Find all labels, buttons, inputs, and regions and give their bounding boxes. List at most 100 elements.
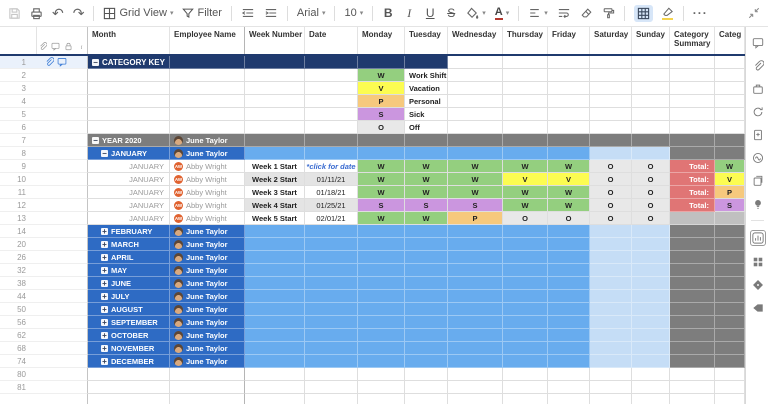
cell-mon[interactable]: W bbox=[358, 186, 405, 199]
column-header-sun[interactable]: Sunday bbox=[632, 27, 670, 54]
row-number[interactable]: 4 bbox=[0, 95, 37, 108]
cell-thu[interactable]: V bbox=[503, 173, 548, 186]
row-number[interactable]: 7 bbox=[0, 134, 37, 147]
cell-employee[interactable]: AW Abby Wright bbox=[170, 212, 245, 225]
cell-fri[interactable] bbox=[548, 108, 590, 121]
cell-month[interactable]: + APRIL bbox=[88, 251, 170, 264]
row-number[interactable]: 10 bbox=[0, 173, 37, 186]
cell-mon[interactable] bbox=[358, 147, 405, 160]
legend-label-W[interactable]: Work Shift bbox=[405, 69, 448, 82]
cell-month[interactable]: JANUARY bbox=[88, 199, 170, 212]
cell-week[interactable]: Week 4 Start bbox=[245, 199, 305, 212]
cell-wed[interactable] bbox=[448, 95, 503, 108]
row-number[interactable]: 50 bbox=[0, 303, 37, 316]
column-header-date[interactable]: Date bbox=[305, 27, 358, 54]
cell-month[interactable] bbox=[88, 82, 170, 95]
cell-date[interactable]: *click for date bbox=[305, 160, 358, 173]
legend-label-S[interactable]: Sick bbox=[405, 108, 448, 121]
cell-catsum[interactable] bbox=[670, 134, 715, 147]
cell-sat[interactable]: O bbox=[590, 199, 632, 212]
cell-catsum[interactable] bbox=[670, 147, 715, 160]
clear-format-button[interactable] bbox=[580, 7, 593, 19]
row-gutter[interactable] bbox=[37, 186, 88, 199]
cell-week[interactable] bbox=[245, 381, 305, 394]
row-gutter[interactable] bbox=[37, 199, 88, 212]
cell-fri[interactable] bbox=[548, 316, 590, 329]
cell-fri[interactable] bbox=[548, 251, 590, 264]
cell-tue[interactable] bbox=[405, 342, 448, 355]
cell-date[interactable] bbox=[305, 277, 358, 290]
cell-wed[interactable]: W bbox=[448, 173, 503, 186]
cell-cat2[interactable]: V bbox=[715, 173, 745, 186]
cell-tue[interactable] bbox=[405, 251, 448, 264]
cell-sat[interactable] bbox=[590, 394, 632, 404]
cell-week[interactable] bbox=[245, 121, 305, 134]
cell-employee[interactable] bbox=[170, 95, 245, 108]
outdent-button[interactable] bbox=[241, 7, 255, 19]
cell-wed[interactable] bbox=[448, 277, 503, 290]
cell-date[interactable] bbox=[305, 290, 358, 303]
cell-sat[interactable] bbox=[590, 56, 632, 69]
row-number[interactable]: 44 bbox=[0, 290, 37, 303]
cell-week[interactable] bbox=[245, 108, 305, 121]
cell-week[interactable] bbox=[245, 264, 305, 277]
cell-thu[interactable]: W bbox=[503, 160, 548, 173]
cell-month[interactable] bbox=[88, 368, 170, 381]
cell-sat[interactable] bbox=[590, 69, 632, 82]
cell-thu[interactable] bbox=[503, 225, 548, 238]
cell-catsum[interactable] bbox=[670, 238, 715, 251]
row-number[interactable]: 14 bbox=[0, 225, 37, 238]
row-gutter[interactable] bbox=[37, 251, 88, 264]
cell-week[interactable] bbox=[245, 355, 305, 368]
cell-wed[interactable] bbox=[448, 329, 503, 342]
cell-date[interactable] bbox=[305, 82, 358, 95]
row-gutter[interactable] bbox=[37, 225, 88, 238]
wrap-text-button[interactable] bbox=[557, 7, 571, 19]
cell-sat[interactable]: O bbox=[590, 212, 632, 225]
row-gutter[interactable] bbox=[37, 368, 88, 381]
cell-catsum[interactable] bbox=[670, 108, 715, 121]
strikethrough-button[interactable]: S bbox=[445, 6, 457, 20]
cell-catsum[interactable]: Total: bbox=[670, 199, 715, 212]
row-number[interactable]: 6 bbox=[0, 121, 37, 134]
cell-wed[interactable] bbox=[448, 342, 503, 355]
cell-fri[interactable]: W bbox=[548, 186, 590, 199]
cell-mon[interactable]: W bbox=[358, 212, 405, 225]
cell-wed[interactable]: S bbox=[448, 199, 503, 212]
cell-employee[interactable]: June Taylor bbox=[170, 264, 245, 277]
cell-sun[interactable] bbox=[632, 82, 670, 95]
cell-sun[interactable] bbox=[632, 225, 670, 238]
cell-date[interactable] bbox=[305, 329, 358, 342]
cell-cat2[interactable] bbox=[715, 212, 745, 225]
column-header-sat[interactable]: Saturday bbox=[590, 27, 632, 54]
filter-button[interactable]: Filter bbox=[182, 7, 222, 19]
cell-fri[interactable] bbox=[548, 225, 590, 238]
cell-employee[interactable]: June Taylor bbox=[170, 225, 245, 238]
cell-catsum[interactable] bbox=[670, 316, 715, 329]
cell-week[interactable] bbox=[245, 290, 305, 303]
cell-month[interactable]: + MARCH bbox=[88, 238, 170, 251]
cell-fri[interactable] bbox=[548, 69, 590, 82]
cell-wed[interactable]: W bbox=[448, 160, 503, 173]
cell-sun[interactable] bbox=[632, 368, 670, 381]
cell-week[interactable] bbox=[245, 69, 305, 82]
expand-row-icon[interactable]: + bbox=[101, 266, 108, 274]
cell-employee[interactable] bbox=[170, 121, 245, 134]
cell-fri[interactable] bbox=[548, 394, 590, 404]
cell-week[interactable] bbox=[245, 147, 305, 160]
cell-catsum[interactable] bbox=[670, 329, 715, 342]
cell-date[interactable] bbox=[305, 394, 358, 404]
cell-fri[interactable]: O bbox=[548, 212, 590, 225]
cell-thu[interactable] bbox=[503, 316, 548, 329]
cell-catsum[interactable] bbox=[670, 303, 715, 316]
cell-thu[interactable] bbox=[503, 394, 548, 404]
cell-sun[interactable]: O bbox=[632, 186, 670, 199]
cell-wed[interactable] bbox=[448, 303, 503, 316]
cell-tue[interactable] bbox=[405, 264, 448, 277]
row-gutter[interactable] bbox=[37, 238, 88, 251]
row-number[interactable]: 80 bbox=[0, 368, 37, 381]
cell-sun[interactable] bbox=[632, 134, 670, 147]
cell-catsum[interactable] bbox=[670, 69, 715, 82]
cell-tue[interactable] bbox=[405, 134, 448, 147]
row-number[interactable]: 12 bbox=[0, 199, 37, 212]
